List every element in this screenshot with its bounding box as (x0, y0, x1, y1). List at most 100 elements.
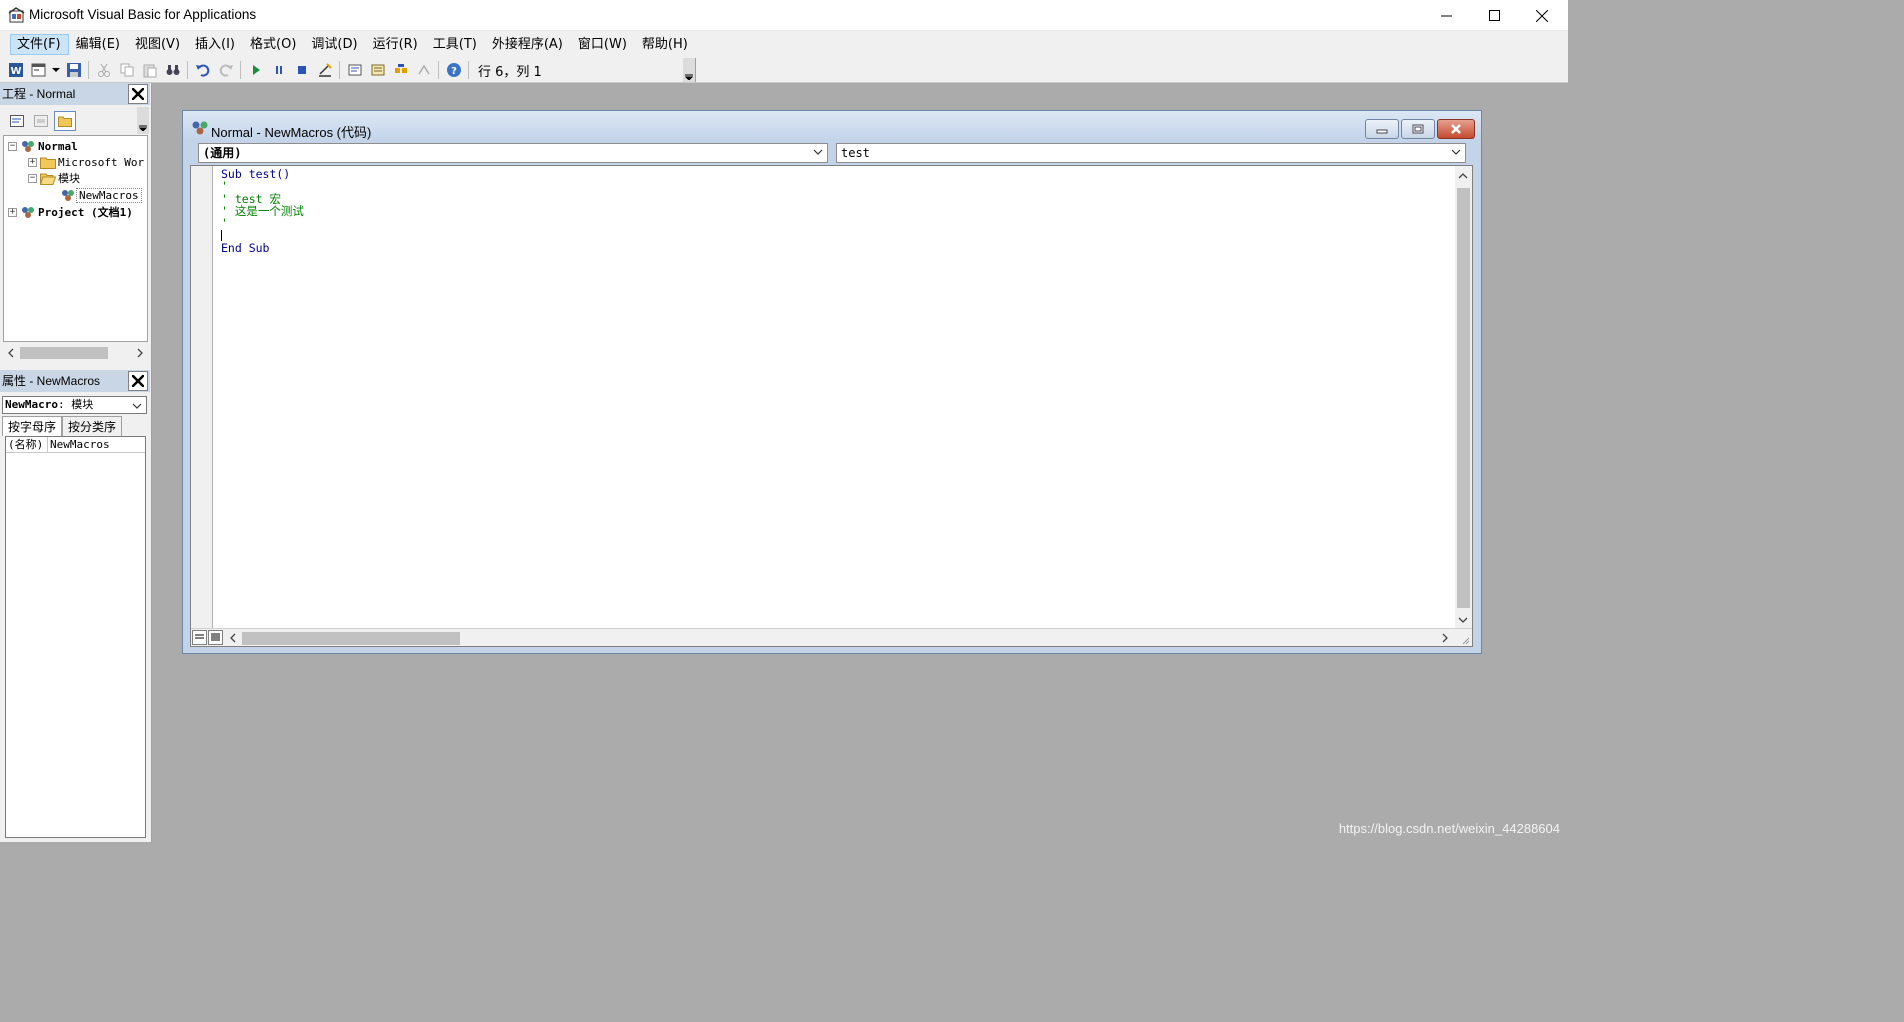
properties-pane-header: 属性 - NewMacros (0, 370, 150, 392)
scroll-thumb[interactable] (20, 347, 108, 359)
chevron-left-icon[interactable] (229, 633, 237, 643)
chevron-right-icon[interactable] (136, 348, 144, 358)
project-pane-close-button[interactable] (128, 84, 148, 104)
design-mode-button[interactable] (313, 59, 336, 81)
code-editor[interactable]: Sub test() ' ' test 宏 ' 这是一个测试 ' End Sub (190, 165, 1473, 647)
standard-toolbar: W ? 行 6，列 1 (0, 57, 1568, 83)
view-object-button[interactable] (30, 111, 52, 131)
properties-pane-title: 属性 - NewMacros (2, 374, 101, 388)
tree-node-microsoft-word-objects[interactable]: + Microsoft Wor (28, 154, 146, 170)
view-word-button[interactable]: W (4, 59, 27, 81)
scroll-thumb[interactable] (242, 632, 460, 645)
insert-userform-button[interactable] (27, 59, 50, 81)
code-line-4: ' 这是一个测试 (221, 203, 304, 218)
code-vscrollbar[interactable] (1455, 166, 1472, 628)
insert-dropdown-button[interactable] (50, 59, 62, 81)
help-button[interactable]: ? (442, 59, 465, 81)
menu-edit[interactable]: 编辑(E) (69, 34, 128, 55)
chevron-right-icon[interactable] (1441, 633, 1449, 643)
copy-icon (120, 63, 133, 77)
project-explorer-icon (348, 64, 361, 76)
code-line-1: Sub test() (221, 167, 291, 181)
properties-window-button[interactable] (366, 59, 389, 81)
object-combo[interactable]: (通用) (198, 143, 828, 163)
menu-tools[interactable]: 工具(T) (426, 34, 485, 55)
project-explorer-button[interactable] (343, 59, 366, 81)
close-icon (1536, 9, 1548, 22)
play-icon (252, 65, 260, 75)
project-tree-hscrollbar[interactable] (3, 344, 148, 361)
toolbox-button[interactable] (412, 59, 435, 81)
full-module-view-icon (211, 633, 220, 641)
tab-categorized[interactable]: 按分类序 (62, 416, 123, 436)
code-window-minimize-button[interactable] (1365, 119, 1399, 139)
chevron-down-icon[interactable] (1458, 616, 1468, 624)
collapse-icon[interactable]: − (8, 141, 17, 151)
code-window-close-button[interactable] (1437, 119, 1475, 139)
vba-project-icon (22, 141, 34, 152)
menu-file[interactable]: 文件(F) (10, 33, 69, 55)
redo-button[interactable] (214, 59, 237, 81)
tree-node-modules[interactable]: − 模块 (28, 170, 82, 186)
help-icon: ? (446, 63, 461, 77)
project-toolbar-grip[interactable] (137, 107, 149, 134)
find-button[interactable] (161, 59, 184, 81)
code-window-titlebar[interactable]: Normal - NewMacros (代码) (183, 111, 1481, 141)
full-module-view-button[interactable] (208, 630, 223, 645)
toolbar-separator (339, 61, 340, 79)
menu-insert[interactable]: 插入(I) (188, 34, 243, 55)
scroll-thumb[interactable] (1457, 188, 1470, 608)
run-button[interactable] (244, 59, 267, 81)
expand-icon[interactable]: + (28, 157, 37, 167)
menu-help[interactable]: 帮助(H) (635, 34, 696, 55)
tree-node-project[interactable]: + Project (文档1) (8, 204, 135, 220)
view-code-button[interactable] (6, 111, 28, 131)
undo-button[interactable] (191, 59, 214, 81)
collapse-icon[interactable]: − (28, 173, 37, 183)
minimize-icon (1376, 129, 1388, 134)
close-icon (132, 88, 144, 100)
menu-view[interactable]: 视图(V) (128, 34, 188, 55)
close-button[interactable] (1518, 0, 1566, 31)
tab-alphabetic[interactable]: 按字母序 (2, 416, 63, 436)
menu-addins[interactable]: 外接程序(A) (485, 34, 571, 55)
reset-button[interactable] (290, 59, 313, 81)
tree-node-newmacros[interactable]: NewMacros (60, 187, 142, 203)
menu-run[interactable]: 运行(R) (366, 34, 426, 55)
toolbar-separator (468, 61, 469, 79)
procedure-combo[interactable]: test (836, 143, 1466, 163)
toggle-folders-button[interactable] (54, 110, 76, 131)
save-button[interactable] (62, 59, 85, 81)
menu-debug[interactable]: 调试(D) (304, 34, 365, 55)
cut-button[interactable] (92, 59, 115, 81)
code-window: Normal - NewMacros (代码) (通用) test Sub te… (182, 110, 1482, 654)
margin-indicator-bar[interactable] (191, 166, 213, 628)
pause-icon (275, 66, 282, 74)
minimize-button[interactable] (1422, 0, 1470, 31)
redo-icon (219, 64, 233, 77)
properties-object-select[interactable]: NewMacro: 模块 (2, 396, 147, 414)
toolbar-overflow-grip[interactable] (683, 58, 695, 82)
design-mode-icon (318, 63, 332, 77)
tree-node-normal[interactable]: − Normal (8, 138, 80, 154)
code-text[interactable]: Sub test() ' ' test 宏 ' 这是一个测试 ' End Sub (221, 168, 304, 254)
procedure-view-icon (195, 634, 204, 639)
code-window-restore-button[interactable] (1401, 119, 1435, 139)
chevron-left-icon[interactable] (7, 348, 15, 358)
word-icon: W (8, 63, 23, 77)
copy-button[interactable] (115, 59, 138, 81)
properties-pane-close-button[interactable] (128, 371, 148, 391)
properties-grid: (名称) NewMacros (5, 436, 146, 838)
expand-icon[interactable]: + (8, 207, 17, 217)
break-button[interactable] (267, 59, 290, 81)
paste-button[interactable] (138, 59, 161, 81)
menu-format[interactable]: 格式(O) (243, 34, 304, 55)
procedure-view-button[interactable] (192, 630, 207, 645)
resize-grip-icon[interactable] (1460, 635, 1470, 645)
maximize-button[interactable] (1470, 0, 1518, 31)
property-row-name[interactable]: (名称) NewMacros (6, 437, 145, 453)
object-browser-button[interactable] (389, 59, 412, 81)
vba-app-icon (8, 7, 25, 23)
chevron-up-icon[interactable] (1458, 172, 1468, 180)
menu-window[interactable]: 窗口(W) (571, 34, 635, 55)
